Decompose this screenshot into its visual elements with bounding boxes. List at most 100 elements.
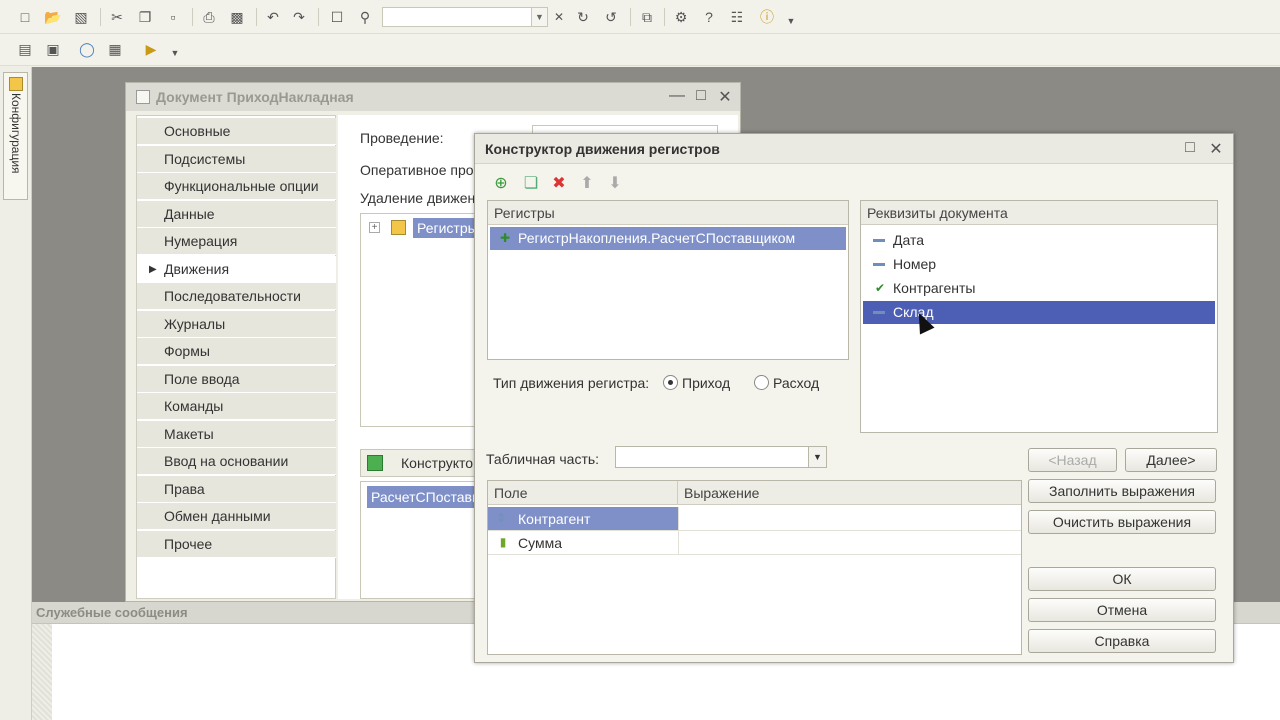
nav-item-rights[interactable]: Права (137, 476, 336, 503)
close-icon[interactable]: ✕ (1207, 139, 1225, 159)
undo-icon[interactable]: ↶ (264, 8, 282, 26)
register-row[interactable]: ✚ РегистрНакопления.РасчетСПоставщиком (490, 227, 846, 250)
chevron-down-icon[interactable]: ▼ (782, 12, 800, 30)
maximize-icon[interactable]: □ (1181, 139, 1199, 157)
toolbar-separator (664, 8, 665, 26)
chevron-down-icon[interactable]: ▼ (808, 447, 826, 467)
save-icon[interactable]: ▧ (72, 8, 90, 26)
nav-item-subsystems[interactable]: Подсистемы (137, 146, 336, 173)
minimize-icon[interactable]: ― (668, 87, 686, 105)
grid-row-field[interactable]: ▮ Сумма (488, 531, 678, 555)
search-dropdown-button[interactable]: ▼ (532, 7, 548, 27)
database-icon[interactable]: ◯ (78, 40, 96, 58)
attribute-row[interactable]: Номер (863, 253, 1215, 276)
move-down-icon[interactable]: ⬇ (605, 174, 625, 194)
nav-item-data-exchange[interactable]: Обмен данными (137, 503, 336, 530)
wizard-icon[interactable]: ⚙ (672, 8, 690, 26)
paste-icon[interactable]: ▫ (164, 8, 182, 26)
posting-label: Проведение: (360, 130, 444, 146)
configuration-tab[interactable]: Конфигурация (3, 72, 28, 200)
search-icon[interactable]: ⚲ (356, 8, 374, 26)
next-button[interactable]: Далее> (1125, 448, 1217, 472)
open-icon[interactable]: 📂 (44, 8, 62, 26)
add-icon[interactable]: ⊕ (491, 174, 511, 194)
move-up-icon[interactable]: ⬆ (577, 174, 597, 194)
clear-expressions-button[interactable]: Очистить выражения (1028, 510, 1216, 534)
fill-expressions-button[interactable]: Заполнить выражения (1028, 479, 1216, 503)
toolbar-separator (630, 8, 631, 26)
redo-icon[interactable]: ↷ (290, 8, 308, 26)
copy-icon[interactable]: ❐ (136, 8, 154, 26)
register-records-item[interactable]: РасчетСПоставщ (367, 486, 488, 508)
delete-icon[interactable]: ✖ (549, 174, 569, 194)
search-field[interactable] (382, 7, 532, 27)
nav-item-forms[interactable]: Формы (137, 338, 336, 365)
tabular-part-select[interactable]: ▼ (615, 446, 827, 468)
attribute-row[interactable]: ✔ Контрагенты (863, 277, 1215, 300)
nav-item-commands[interactable]: Команды (137, 393, 336, 420)
back-icon[interactable]: ↺ (602, 8, 620, 26)
run-icon[interactable]: ▶ (142, 40, 160, 58)
movement-type-radio-income[interactable] (663, 375, 678, 390)
movement-type-label: Тип движения регистра: (493, 375, 650, 391)
grid-header-field[interactable]: Поле (488, 481, 678, 505)
attribute-row[interactable]: Дата (863, 229, 1215, 252)
back-button[interactable]: <Назад (1028, 448, 1117, 472)
secondary-toolbar: ▤ ▣ ◯ ▦ ▶ ▼ (0, 34, 1280, 66)
refresh-icon[interactable]: ↻ (574, 8, 592, 26)
main-toolbar: □ 📂 ▧ ✂ ❐ ▫ ⎙ ▩ ↶ ↷ ☐ ⚲ ▼ ✕ ↻ ↺ ⧉ ⚙ ? ☷ … (0, 0, 1280, 34)
close-icon[interactable]: ✕ (716, 87, 734, 107)
grid-header-expression[interactable]: Выражение (678, 481, 1021, 505)
print-icon[interactable]: ⎙ (200, 8, 218, 26)
table-icon[interactable]: ▦ (106, 40, 124, 58)
compare-icon[interactable]: ▣ (44, 40, 62, 58)
document-window-title: Документ ПриходНакладная (156, 89, 354, 105)
nav-item-basic[interactable]: Основные (137, 118, 336, 145)
ok-button[interactable]: ОК (1028, 567, 1216, 591)
movement-type-expense-label[interactable]: Расход (773, 375, 819, 391)
nav-active-arrow-icon: ▶ (149, 264, 157, 275)
document-window-titlebar[interactable]: Документ ПриходНакладная ― □ ✕ (126, 83, 740, 111)
cancel-button[interactable]: Отмена (1028, 598, 1216, 622)
chevron-down-icon[interactable]: ▼ (166, 44, 184, 62)
nav-item-templates[interactable]: Макеты (137, 421, 336, 448)
preview-icon[interactable]: ▩ (228, 8, 246, 26)
nav-item-data[interactable]: Данные (137, 201, 336, 228)
nav-item-input-by-basis[interactable]: Ввод на основании (137, 448, 336, 475)
dialog-titlebar[interactable]: Конструктор движения регистров □ ✕ (475, 134, 1233, 164)
nav-item-input-field[interactable]: Поле ввода (137, 366, 336, 393)
operative-posting-label: Оперативное прове (360, 162, 489, 178)
help-button[interactable]: Справка (1028, 629, 1216, 653)
add-copy-icon[interactable]: ❏ (521, 174, 541, 194)
registers-tree-item[interactable]: Регистры (413, 218, 482, 238)
info-icon[interactable]: ⓘ (758, 8, 776, 26)
nav-item-numbering[interactable]: Нумерация (137, 228, 336, 255)
nav-item-journals[interactable]: Журналы (137, 311, 336, 338)
maximize-icon[interactable]: □ (692, 87, 710, 105)
nav-item-sequences[interactable]: Последовательности (137, 283, 336, 310)
attribute-icon (873, 258, 887, 270)
document-attributes-header: Реквизиты документа (861, 201, 1217, 225)
nav-item-other[interactable]: Прочее (137, 531, 336, 558)
grid-row-field[interactable]: ⇕ Контрагент (488, 507, 678, 531)
toolbar-separator (256, 8, 257, 26)
messages-scrollbar[interactable] (32, 624, 52, 720)
expand-icon[interactable]: + (369, 222, 380, 233)
grid-row-expression[interactable] (678, 507, 1021, 531)
windows-icon[interactable]: ⧉ (638, 8, 656, 26)
movement-type-radio-expense[interactable] (754, 375, 769, 390)
cut-icon[interactable]: ✂ (108, 8, 126, 26)
nav-item-functional-options[interactable]: Функциональные опции (137, 173, 336, 200)
register-plus-icon: ✚ (499, 231, 511, 245)
help-search-icon[interactable]: ? (700, 8, 718, 26)
grid-row-expression[interactable] (678, 531, 1021, 555)
nav-item-movements[interactable]: ▶ Движения (137, 256, 336, 283)
new-icon[interactable]: □ (16, 8, 34, 26)
grid-row-field-label: Сумма (518, 535, 562, 551)
find-icon[interactable]: ☐ (328, 8, 346, 26)
constructor-icon (367, 455, 383, 471)
movement-type-income-label[interactable]: Приход (682, 375, 730, 391)
config-icon[interactable]: ▤ (16, 40, 34, 58)
help-icon[interactable]: ☷ (728, 8, 746, 26)
clear-search-icon[interactable]: ✕ (550, 8, 568, 26)
